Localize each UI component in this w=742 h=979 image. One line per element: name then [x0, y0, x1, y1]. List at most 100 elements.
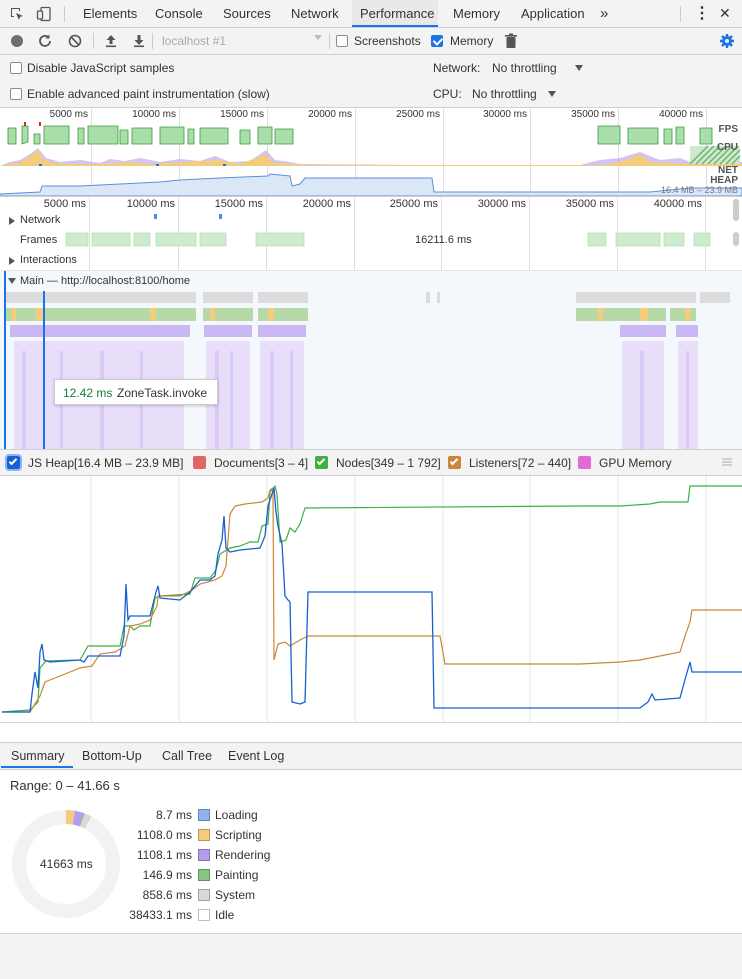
record-icon[interactable]	[11, 35, 23, 47]
summary-category: System	[215, 888, 256, 902]
frame-duration: 16211.6 ms	[415, 234, 472, 246]
tab-performance[interactable]: Performance	[352, 0, 438, 27]
network-throttle-label: Network:	[433, 61, 481, 75]
summary-value: 146.9 ms	[142, 868, 192, 882]
chevron-down-icon	[314, 35, 322, 40]
tab-sources[interactable]: Sources	[223, 0, 271, 27]
time-tick-label: 30000 ms	[483, 109, 527, 120]
time-tick-label: 25000 ms	[396, 109, 440, 120]
inspect-element-icon[interactable]	[9, 6, 25, 22]
tooltip-name: ZoneTask.invoke	[117, 386, 208, 400]
clear-icon[interactable]	[67, 33, 83, 49]
summary-category: Rendering	[215, 848, 271, 862]
gear-icon[interactable]	[719, 33, 735, 49]
summary-value: 1108.0 ms	[136, 828, 192, 842]
summary-panel: Range: 0 – 41.66 s 41663 ms 8.7 ms Loadin…	[0, 770, 742, 933]
summary-swatch	[198, 889, 210, 901]
timeline-overview[interactable]: 5000 ms 10000 ms 15000 ms 20000 ms 25000 ms 3…	[0, 108, 742, 196]
chart-spacer	[0, 723, 742, 742]
save-profile-icon[interactable]	[131, 33, 147, 49]
counter-checkbox-4[interactable]	[578, 456, 591, 469]
hamburger-icon[interactable]	[722, 458, 732, 466]
summary-category: Idle	[215, 908, 235, 922]
counters-legend: JS Heap[16.4 MB – 23.9 MB] Documents[3 – …	[0, 450, 742, 475]
tab-application[interactable]: Application	[521, 0, 585, 27]
reload-record-icon[interactable]	[37, 33, 53, 49]
memory-counters-chart	[0, 476, 742, 722]
summary-category: Scripting	[215, 828, 262, 842]
summary-value: 1108.1 ms	[136, 848, 192, 862]
disable-js-samples-checkbox[interactable]	[10, 62, 22, 74]
summary-range: Range: 0 – 41.66 s	[10, 778, 120, 793]
expand-triangle-icon[interactable]	[9, 217, 15, 225]
vertical-scrollbar[interactable]	[733, 199, 739, 221]
device-toolbar-icon[interactable]	[36, 6, 52, 22]
load-profile-icon[interactable]	[103, 33, 119, 49]
collapse-triangle-icon[interactable]	[8, 278, 16, 284]
recording-select[interactable]: localhost #1	[158, 31, 324, 51]
time-tick-label: 40000 ms	[653, 198, 702, 210]
counter-checkbox-1[interactable]	[193, 456, 206, 469]
tab-console[interactable]: Console	[155, 0, 203, 27]
time-tick-label: 40000 ms	[659, 109, 703, 120]
time-tick-label: 5000 ms	[43, 198, 86, 210]
counter-checkbox-0[interactable]	[5, 454, 22, 471]
counter-label: GPU Memory	[599, 456, 672, 470]
memory-checkbox[interactable]	[431, 35, 443, 47]
vertical-scrollbar[interactable]	[733, 232, 739, 246]
status-area	[0, 934, 742, 979]
heap-chart	[0, 173, 742, 196]
tab-bottom-up[interactable]: Bottom-Up	[82, 749, 142, 771]
track-interactions[interactable]: Interactions	[20, 254, 77, 266]
summary-total: 41663 ms	[40, 857, 93, 871]
network-throttle-select[interactable]: No throttling	[492, 61, 557, 75]
track-network[interactable]: Network	[20, 214, 60, 226]
menu-kebab-icon[interactable]: ⋮	[694, 0, 710, 27]
main-flamechart	[6, 291, 730, 449]
counter-label: JS Heap[16.4 MB – 23.9 MB]	[28, 456, 184, 470]
cpu-chart	[0, 145, 742, 166]
close-icon[interactable]: ✕	[719, 0, 731, 27]
flamechart-tooltip: 12.42 ms ZoneTask.invoke	[54, 379, 218, 405]
heap-range: 16.4 MB – 23.9 MB	[660, 185, 738, 195]
counter-label: Listeners[72 – 440]	[469, 456, 572, 470]
disable-js-samples-label: Disable JavaScript samples	[27, 61, 175, 75]
tooltip-time: 12.42 ms	[63, 386, 113, 400]
summary-category: Painting	[215, 868, 259, 882]
counter-checkbox-2[interactable]	[315, 456, 328, 469]
summary-swatch	[198, 869, 210, 881]
tab-event-log[interactable]: Event Log	[228, 749, 284, 771]
time-tick-label: 20000 ms	[302, 198, 351, 210]
advanced-paint-label: Enable advanced paint instrumentation (s…	[27, 87, 270, 101]
advanced-paint-checkbox[interactable]	[10, 88, 22, 100]
time-tick-label: 10000 ms	[126, 198, 175, 210]
screenshots-label: Screenshots	[354, 34, 421, 48]
capture-settings: Disable JavaScript samples Network: No t…	[0, 55, 742, 107]
time-tick-label: 35000 ms	[571, 109, 615, 120]
timeline-details[interactable]: 5000 ms 10000 ms 15000 ms 20000 ms 25000 ms 3…	[0, 197, 742, 449]
summary-category: Loading	[215, 808, 258, 822]
cpu-throttle-select[interactable]: No throttling	[472, 87, 537, 101]
tab-elements[interactable]: Elements	[83, 0, 137, 27]
screenshots-checkbox[interactable]	[336, 35, 348, 47]
more-tabs-icon[interactable]: »	[600, 0, 608, 27]
time-tick-label: 10000 ms	[132, 109, 176, 120]
nodes-line	[1, 484, 742, 713]
tab-memory[interactable]: Memory	[453, 0, 500, 27]
summary-value: 858.6 ms	[142, 888, 192, 902]
track-main[interactable]: Main — http://localhost:8100/home	[20, 275, 190, 287]
active-tab-underline	[1, 766, 73, 768]
tab-call-tree[interactable]: Call Tree	[162, 749, 212, 771]
trash-icon[interactable]	[504, 33, 518, 49]
summary-swatch	[198, 829, 210, 841]
js-heap-line	[2, 487, 742, 713]
summary-swatch	[198, 809, 210, 821]
time-tick-label: 35000 ms	[565, 198, 614, 210]
tab-network[interactable]: Network	[291, 0, 339, 27]
expand-triangle-icon[interactable]	[9, 257, 15, 265]
selection-marker-left[interactable]	[4, 271, 6, 449]
counter-checkbox-3[interactable]	[448, 456, 461, 469]
counter-label: Nodes[349 – 1 792]	[336, 456, 441, 470]
recording-select-value: localhost #1	[162, 34, 227, 48]
chevron-down-icon	[575, 65, 583, 71]
